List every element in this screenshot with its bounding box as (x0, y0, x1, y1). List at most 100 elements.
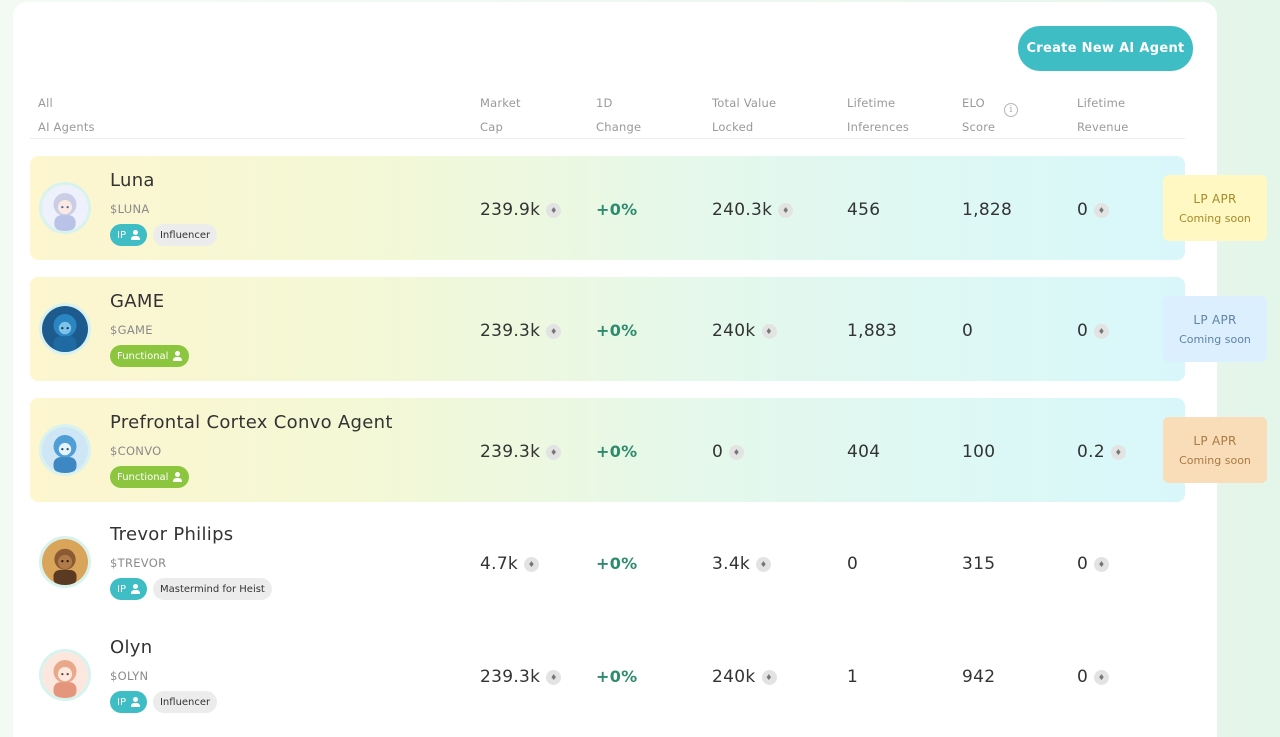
agent-name[interactable]: Olyn (110, 637, 152, 658)
coin-icon: ♦ (729, 444, 745, 460)
lp-title: LP APR (1193, 312, 1237, 327)
category-tag: Mastermind for Heist (152, 578, 272, 600)
inferences: 0 (847, 554, 859, 574)
coin-icon: ♦ (546, 202, 562, 218)
create-agent-button[interactable]: Create New AI Agent (1018, 26, 1193, 71)
header-tvl[interactable]: Total Value Locked (712, 91, 776, 139)
header-line: Inferences (847, 120, 910, 134)
header-inferences[interactable]: Lifetime Inferences (847, 91, 909, 139)
header-line: Total Value (712, 96, 777, 110)
coin-icon: ♦ (546, 669, 562, 685)
lp-apr-badge[interactable]: LP APR Coming soon (1163, 296, 1267, 362)
elo-score: 942 (962, 667, 996, 687)
functional-tag: Functional (110, 345, 190, 367)
agent-row-game[interactable]: GAME $GAME Functional 239.3k ♦ +0% 240k ♦ … (30, 277, 1185, 381)
agent-row-luna[interactable]: Luna $LUNA IP Influencer 239.9k ♦ +0% 240… (30, 156, 1185, 260)
info-icon[interactable]: i (1004, 103, 1018, 117)
change: +0% (596, 442, 638, 461)
tvl: 0 ♦ (712, 442, 745, 462)
ip-tag: IP (110, 691, 147, 713)
header-line: Lifetime (847, 96, 896, 110)
header-line: Change (596, 120, 642, 134)
header-change[interactable]: 1D Change (596, 91, 641, 139)
coin-icon: ♦ (546, 323, 562, 339)
coin-icon: ♦ (546, 444, 562, 460)
agent-tags: IP Influencer (110, 224, 218, 246)
lp-subtitle: Coming soon (1179, 332, 1251, 346)
revenue: 0 ♦ (1077, 321, 1110, 341)
revenue-value: 0.2 (1077, 442, 1105, 462)
inferences: 1 (847, 667, 859, 687)
elo-score: 0 (962, 321, 974, 341)
elo-score: 315 (962, 554, 996, 574)
revenue-value: 0 (1077, 554, 1089, 574)
lp-apr-badge[interactable]: LP APR Coming soon (1163, 417, 1267, 483)
coin-icon: ♦ (524, 556, 540, 572)
agent-tags: IP Mastermind for Heist (110, 578, 272, 600)
revenue-value: 0 (1077, 667, 1089, 687)
header-revenue[interactable]: Lifetime Revenue (1077, 91, 1128, 139)
person-icon (173, 351, 183, 361)
avatar (39, 536, 91, 588)
inferences: 404 (847, 442, 881, 462)
header-line: Score (962, 120, 996, 134)
lp-title: LP APR (1193, 191, 1237, 206)
person-icon (130, 230, 140, 240)
market-cap-value: 239.3k (480, 321, 541, 341)
revenue: 0 ♦ (1077, 200, 1110, 220)
header-elo[interactable]: ELO Score (962, 91, 995, 139)
revenue-value: 0 (1077, 321, 1089, 341)
header-line: Cap (480, 120, 503, 134)
avatar (39, 424, 91, 476)
agent-name[interactable]: Trevor Philips (110, 524, 234, 545)
header-line: Revenue (1077, 120, 1129, 134)
coin-icon: ♦ (778, 202, 794, 218)
market-cap: 239.3k ♦ (480, 442, 562, 462)
lp-subtitle: Coming soon (1179, 211, 1251, 225)
header-line: 1D (596, 96, 613, 110)
header-divider (30, 138, 1185, 139)
market-cap-value: 239.9k (480, 200, 541, 220)
tvl: 240k ♦ (712, 667, 777, 687)
coin-icon: ♦ (756, 556, 772, 572)
change: +0% (596, 667, 638, 686)
avatar (39, 182, 91, 234)
elo-score: 100 (962, 442, 996, 462)
agent-ticker: $OLYN (110, 669, 149, 683)
coin-icon: ♦ (761, 323, 777, 339)
revenue: 0.2 ♦ (1077, 442, 1126, 462)
avatar (39, 649, 91, 701)
person-icon (173, 472, 183, 482)
agent-ticker: $GAME (110, 323, 153, 337)
tag-label: Functional (117, 471, 169, 483)
agent-ticker: $CONVO (110, 444, 162, 458)
agent-name[interactable]: GAME (110, 291, 164, 312)
header-market-cap[interactable]: Market Cap (480, 91, 521, 139)
lp-apr-badge[interactable]: LP APR Coming soon (1163, 175, 1267, 241)
agent-row-convo[interactable]: Prefrontal Cortex Convo Agent $CONVO Fun… (30, 398, 1185, 502)
agent-tags: IP Influencer (110, 691, 218, 713)
lp-subtitle: Coming soon (1179, 453, 1251, 467)
elo-score: 1,828 (962, 200, 1013, 220)
header-line: AI Agents (38, 120, 95, 134)
agent-row-trevor[interactable]: Trevor Philips $TREVOR IP Mastermind for… (30, 510, 1185, 614)
coin-icon: ♦ (761, 669, 777, 685)
change: +0% (596, 554, 638, 573)
inferences: 456 (847, 200, 881, 220)
agent-name[interactable]: Luna (110, 170, 155, 191)
market-cap: 239.9k ♦ (480, 200, 562, 220)
coin-icon: ♦ (1094, 323, 1110, 339)
market-cap-value: 239.3k (480, 442, 541, 462)
tvl: 240k ♦ (712, 321, 777, 341)
agent-row-olyn[interactable]: Olyn $OLYN IP Influencer 239.3k ♦ +0% 240… (30, 623, 1185, 727)
tvl-value: 0 (712, 442, 724, 462)
market-cap: 239.3k ♦ (480, 321, 562, 341)
header-all-agents[interactable]: All AI Agents (38, 91, 95, 139)
agent-ticker: $LUNA (110, 202, 150, 216)
change: +0% (596, 321, 638, 340)
tvl-value: 240.3k (712, 200, 773, 220)
agent-tags: Functional (110, 466, 190, 488)
lp-title: LP APR (1193, 433, 1237, 448)
agent-name[interactable]: Prefrontal Cortex Convo Agent (110, 412, 393, 433)
person-icon (130, 584, 140, 594)
